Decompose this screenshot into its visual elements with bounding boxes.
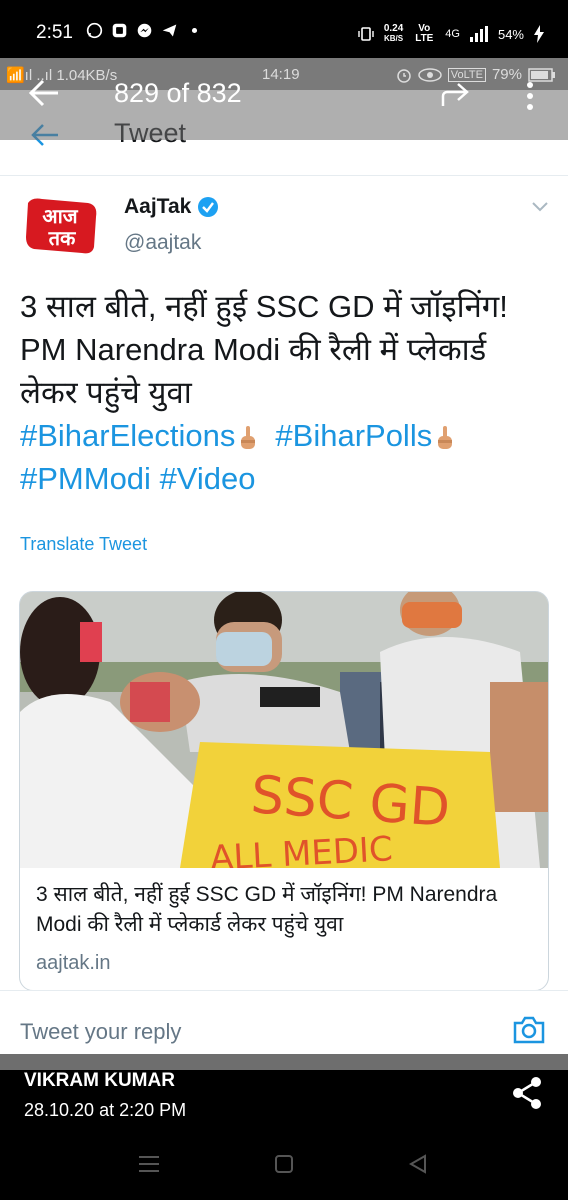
notification-icons: [86, 22, 203, 39]
app-notification-icon: [112, 23, 127, 38]
gallery-back-icon[interactable]: [28, 78, 60, 108]
volte-indicator: Vo LTE: [415, 23, 434, 44]
net-speed: 0.24 KB/S: [384, 24, 403, 44]
system-nav-bar: [0, 1140, 568, 1200]
status-time: 2:51: [36, 22, 73, 43]
messenger-icon: [137, 23, 152, 38]
hashtag-pmmodi[interactable]: #PMModi: [20, 461, 151, 496]
chevron-down-icon[interactable]: [530, 199, 550, 213]
reply-input[interactable]: Tweet your reply: [20, 1019, 181, 1045]
gallery-counter: 829 of 832: [114, 78, 242, 108]
tweet-author-name[interactable]: AajTak: [124, 195, 219, 219]
news-photo: SSC GD ALL MEDIC: [20, 592, 548, 868]
forward-share-icon[interactable]: [440, 82, 470, 108]
status-right: 0.24 KB/S Vo LTE 4G 54%: [358, 24, 544, 44]
more-notifications-dot-icon: [191, 27, 198, 34]
signal-icon: [469, 26, 488, 42]
network-type: 4G: [445, 28, 460, 40]
camera-icon[interactable]: [512, 1015, 546, 1045]
net-speed-value: 0.24: [383, 23, 404, 34]
tweet-line-3: लेकर पहुंचे युवा: [20, 375, 192, 410]
link-preview-domain: aajtak.in: [36, 952, 111, 974]
reply-bar: Tweet your reply: [0, 990, 568, 1062]
gallery-bottom-overlay: [0, 1054, 568, 1070]
gallery-date: 28.10.20 at 2:20 PM: [24, 1100, 187, 1120]
tweet-line-2: PM Narendra Modi की रैली में प्लेकार्ड: [20, 332, 487, 367]
menu-icon[interactable]: [138, 1154, 160, 1174]
tweet-author-handle[interactable]: @aajtak: [124, 231, 201, 255]
finger-emoji-icon: [241, 425, 256, 449]
share-icon[interactable]: [512, 1076, 542, 1110]
tweet-line-1: 3 साल बीते, नहीं हुई SSC GD में जॉइनिंग!: [20, 289, 508, 324]
link-preview-image[interactable]: SSC GD ALL MEDIC: [20, 592, 548, 868]
gallery-toolbar: 829 of 832: [0, 72, 568, 116]
link-preview-card[interactable]: SSC GD ALL MEDIC 3 साल बीते, नहीं हुई SS…: [19, 591, 549, 991]
svg-text:तक: तक: [48, 226, 77, 250]
gallery-info-bar: VIKRAM KUMAR 28.10.20 at 2:20 PM: [0, 1070, 568, 1140]
tweet-text: 3 साल बीते, नहीं हुई SSC GD में जॉइनिंग!…: [20, 285, 550, 500]
svg-text:आज: आज: [42, 204, 78, 228]
translate-tweet-link[interactable]: Translate Tweet: [20, 534, 147, 555]
hashtag-biharelections[interactable]: #BiharElections: [20, 418, 235, 453]
verified-badge-icon: [198, 197, 219, 217]
back-nav-icon[interactable]: [408, 1154, 428, 1174]
gallery-user-name: VIKRAM KUMAR: [24, 1070, 175, 1091]
telegram-icon: [162, 24, 177, 37]
hashtag-video[interactable]: #Video: [160, 461, 256, 496]
more-options-icon[interactable]: [524, 80, 536, 112]
whatsapp-icon: [86, 22, 103, 39]
hashtag-biharpolls[interactable]: #BiharPolls: [275, 418, 432, 453]
author-name-text: AajTak: [124, 195, 192, 218]
home-icon[interactable]: [274, 1154, 294, 1174]
link-preview-title: 3 साल बीते, नहीं हुई SSC GD में जॉइनिंग!…: [36, 883, 498, 936]
battery-percent: 54%: [497, 26, 524, 42]
charging-icon: [534, 25, 544, 43]
vibrate-icon: [358, 27, 374, 41]
aajtak-logo[interactable]: आज तक: [22, 193, 102, 259]
net-speed-unit: KB/S: [383, 34, 404, 43]
finger-emoji-icon: [438, 425, 453, 449]
status-bar: 2:51 0.24 KB/S Vo LTE 4G 54%: [0, 0, 568, 58]
